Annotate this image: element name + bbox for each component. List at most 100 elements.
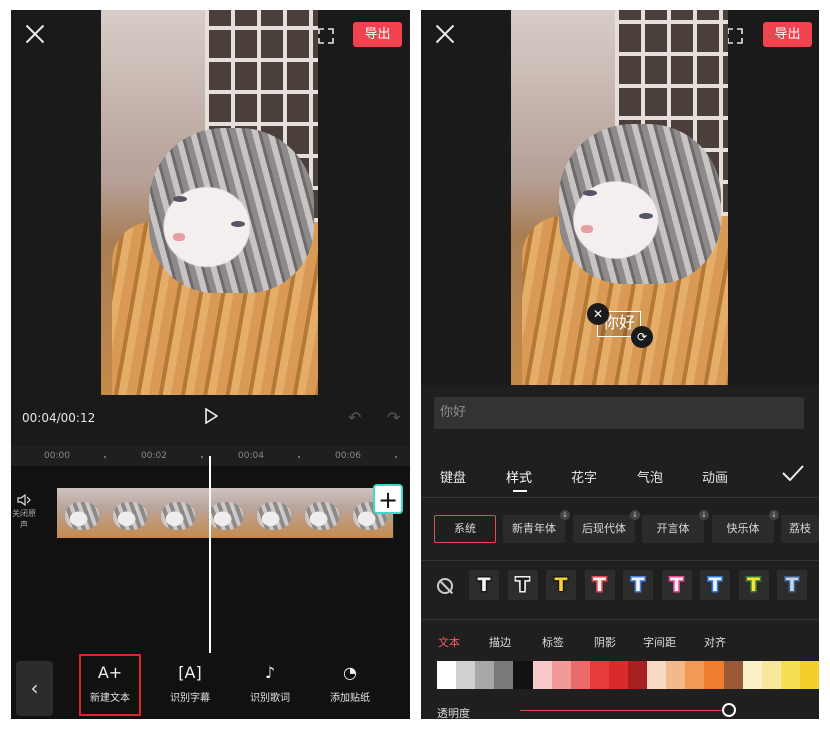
cat-face bbox=[559, 124, 721, 284]
ruler-dot bbox=[395, 456, 397, 458]
cat-eye-left bbox=[173, 196, 187, 202]
confirm-check-icon[interactable] bbox=[782, 465, 804, 485]
fullscreen-icon[interactable] bbox=[725, 26, 745, 46]
font-option[interactable]: 新青年体 ↓ bbox=[503, 510, 570, 543]
color-swatch[interactable] bbox=[761, 661, 782, 689]
font-option[interactable]: 开言体 ↓ bbox=[642, 510, 709, 543]
recognize-subtitles-button[interactable]: [A] 识别字幕 bbox=[158, 663, 222, 704]
text-style-preset[interactable]: T bbox=[469, 570, 499, 600]
divider bbox=[421, 560, 819, 561]
cat-eye-left bbox=[583, 190, 597, 196]
subtab-text[interactable]: 文本 bbox=[438, 634, 460, 650]
playhead[interactable] bbox=[209, 456, 211, 663]
color-swatch[interactable] bbox=[475, 661, 496, 689]
font-option-label: 快乐体 bbox=[726, 522, 760, 535]
color-swatch[interactable] bbox=[799, 661, 819, 689]
close-icon[interactable] bbox=[25, 24, 45, 44]
recognize-lyrics-button[interactable]: ♪ 识别歌词 bbox=[238, 663, 302, 704]
color-swatch[interactable] bbox=[685, 661, 706, 689]
text-style-preset[interactable]: T bbox=[584, 570, 615, 600]
font-option-label: 后现代体 bbox=[582, 522, 626, 535]
color-swatch[interactable] bbox=[532, 661, 553, 689]
color-swatch[interactable] bbox=[647, 661, 668, 689]
font-list: 系统 新青年体 ↓ 后现代体 ↓ 开言体 ↓ 快乐体 ↓ 荔枝 bbox=[421, 510, 819, 548]
subtab-label[interactable]: 标签 bbox=[542, 634, 564, 650]
add-clip-button[interactable]: + bbox=[373, 484, 403, 514]
play-icon[interactable] bbox=[204, 407, 219, 428]
clip-thumbnail bbox=[297, 488, 346, 538]
delete-text-icon[interactable]: ✕ bbox=[587, 303, 609, 325]
cat-eye-right bbox=[639, 213, 653, 219]
back-button[interactable]: ‹ bbox=[16, 661, 53, 716]
font-option-label: 开言体 bbox=[656, 522, 690, 535]
video-preview[interactable]: 你好 ✕ ⟳ bbox=[511, 10, 728, 385]
color-swatch[interactable] bbox=[666, 661, 687, 689]
color-swatch[interactable] bbox=[513, 661, 534, 689]
text-style-presets: TTTTTTTTT bbox=[421, 570, 819, 604]
color-palette bbox=[437, 661, 819, 689]
ruler-tick: 00:02 bbox=[141, 451, 167, 461]
clip-thumbnail bbox=[57, 488, 106, 538]
color-swatch[interactable] bbox=[608, 661, 629, 689]
tab-bubble[interactable]: 气泡 bbox=[637, 467, 663, 486]
color-swatch[interactable] bbox=[589, 661, 610, 689]
color-swatch[interactable] bbox=[494, 661, 515, 689]
tab-fancy-text[interactable]: 花字 bbox=[571, 467, 597, 486]
text-style-preset[interactable]: T bbox=[623, 570, 653, 600]
subtab-shadow[interactable]: 阴影 bbox=[594, 634, 616, 650]
rotate-scale-icon[interactable]: ⟳ bbox=[631, 326, 653, 348]
editor-tabs: 键盘 样式 花字 气泡 动画 bbox=[421, 455, 819, 495]
lyrics-icon: ♪ bbox=[264, 663, 276, 682]
color-swatch[interactable] bbox=[551, 661, 572, 689]
mute-original-audio-toggle[interactable]: 关闭原声 bbox=[11, 493, 37, 530]
no-style-icon[interactable] bbox=[437, 578, 453, 594]
divider bbox=[421, 619, 819, 620]
color-swatch[interactable] bbox=[456, 661, 477, 689]
fullscreen-icon[interactable] bbox=[316, 26, 336, 46]
ruler-tick: 00:06 bbox=[335, 451, 361, 461]
opacity-slider-track[interactable] bbox=[520, 710, 729, 711]
color-swatch[interactable] bbox=[742, 661, 763, 689]
close-icon[interactable] bbox=[435, 24, 455, 44]
text-style-preset[interactable]: T bbox=[507, 570, 538, 600]
font-option[interactable]: 荔枝 bbox=[781, 515, 819, 543]
color-swatch[interactable] bbox=[704, 661, 725, 689]
new-text-button[interactable]: A+ 新建文本 bbox=[78, 663, 142, 704]
font-option[interactable]: 快乐体 ↓ bbox=[712, 510, 779, 543]
text-input[interactable]: 你好 bbox=[434, 397, 804, 429]
subtab-letter-spacing[interactable]: 字间距 bbox=[643, 634, 676, 650]
font-system[interactable]: 系统 bbox=[434, 515, 496, 543]
text-style-preset[interactable]: T bbox=[661, 570, 692, 600]
add-sticker-button[interactable]: ◔ 添加贴纸 bbox=[318, 663, 382, 704]
redo-icon[interactable]: ↷ bbox=[387, 408, 400, 427]
new-text-label: 新建文本 bbox=[90, 693, 130, 704]
color-swatch[interactable] bbox=[628, 661, 648, 689]
tab-animation[interactable]: 动画 bbox=[702, 467, 728, 486]
export-button[interactable]: 导出 bbox=[763, 22, 812, 47]
tab-keyboard[interactable]: 键盘 bbox=[440, 467, 466, 486]
sticker-icon: ◔ bbox=[343, 663, 357, 682]
playback-time: 00:04/00:12 bbox=[22, 411, 96, 425]
color-swatch[interactable] bbox=[570, 661, 591, 689]
font-option[interactable]: 后现代体 ↓ bbox=[573, 510, 640, 543]
text-style-preset[interactable]: T bbox=[777, 570, 807, 600]
text-style-preset[interactable]: T bbox=[546, 570, 576, 600]
recognize-subtitles-label: 识别字幕 bbox=[170, 693, 210, 704]
subtab-align[interactable]: 对齐 bbox=[704, 634, 726, 650]
video-clip-strip[interactable] bbox=[57, 488, 410, 538]
text-style-preset[interactable]: T bbox=[700, 570, 730, 600]
export-button[interactable]: 导出 bbox=[353, 22, 402, 47]
tab-style[interactable]: 样式 bbox=[506, 467, 532, 486]
subtab-stroke[interactable]: 描边 bbox=[489, 634, 511, 650]
speaker-icon bbox=[17, 493, 31, 507]
video-preview[interactable] bbox=[101, 10, 318, 395]
undo-icon[interactable]: ↶ bbox=[348, 408, 361, 427]
text-style-preset[interactable]: T bbox=[738, 570, 769, 600]
color-swatch[interactable] bbox=[437, 661, 457, 689]
divider bbox=[421, 497, 819, 498]
color-swatch[interactable] bbox=[780, 661, 801, 689]
ruler-tick: 00:04 bbox=[238, 451, 264, 461]
cat-nose bbox=[581, 225, 593, 233]
color-swatch[interactable] bbox=[723, 661, 744, 689]
opacity-slider-knob[interactable] bbox=[722, 703, 736, 717]
